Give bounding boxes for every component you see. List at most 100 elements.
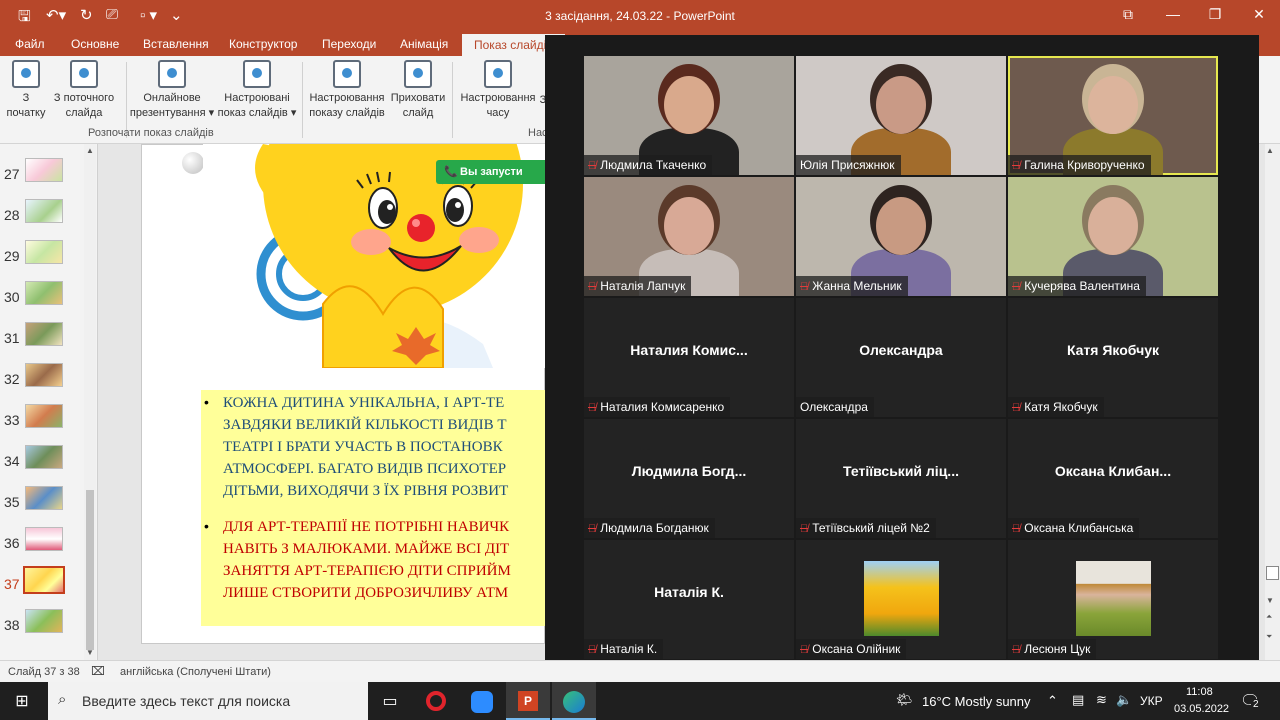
taskbar-search[interactable]: ⌕ Введите здесь текст для поиска (48, 682, 368, 720)
volume-icon[interactable]: 🔈 (1116, 692, 1132, 708)
bullet-text: ТЕАТРІ І БРАТИ УЧАСТЬ В ПОСТАНОВК (223, 439, 503, 455)
screen-share-notice[interactable]: 📞 Вы запусти (436, 160, 545, 184)
tab-insert[interactable]: Вставлення (143, 37, 209, 51)
powerpoint-app-icon[interactable]: P (506, 682, 550, 720)
participant-name-label: Олександра (796, 397, 874, 417)
muted-mic-icon: 🎙̸ (588, 160, 597, 172)
hide-slide-button[interactable]: Приховати слайд (388, 60, 448, 121)
participant-tile[interactable]: Юлія Присяжнюк (796, 56, 1006, 175)
participant-tile[interactable]: Олександра Олександра (796, 298, 1006, 417)
custom-slideshow-button[interactable]: Настроювані показ слайдів ▾ (214, 60, 300, 121)
from-current-slide-button[interactable]: З поточного слайда (48, 60, 120, 121)
present-online-button[interactable]: Онлайнове презентування ▾ (128, 60, 216, 121)
clock-time[interactable]: 11:08 (1186, 686, 1213, 698)
muted-mic-icon: 🎙̸ (800, 644, 809, 656)
notification-count-badge: 2 (1251, 699, 1261, 710)
ribbon-display-options-button[interactable]: ⧉ (1113, 6, 1143, 23)
setup-slideshow-button[interactable]: Настроювання показу слайдів (305, 60, 389, 121)
slide-counter: Слайд 37 з 38 (8, 666, 80, 678)
thumbnail-scrollbar-thumb[interactable] (86, 490, 94, 650)
weather-icon[interactable]: 🌤 (896, 692, 913, 708)
close-button[interactable]: ✕ (1244, 6, 1274, 23)
participant-name: Людмила Богданюк (600, 521, 709, 535)
scroll-up-icon[interactable]: ▲ (1266, 146, 1274, 155)
muted-mic-icon: 🎙̸ (588, 644, 597, 656)
participant-tile[interactable]: 🎙̸ Жанна Мельник (796, 177, 1006, 296)
tab-transitions[interactable]: Переходи (322, 37, 376, 51)
vertical-scrollbar[interactable] (1265, 144, 1280, 660)
task-view-icon[interactable]: ▭ (368, 682, 412, 720)
opera-browser-icon[interactable] (414, 682, 458, 720)
tab-home[interactable]: Основне (71, 37, 119, 51)
windows-start-icon[interactable]: ⊞ (0, 682, 44, 720)
slide-preview (25, 404, 63, 428)
participant-tile[interactable]: 🎙̸ Оксана Олійник (796, 540, 1006, 659)
scrollbar-thumb[interactable] (1266, 566, 1279, 580)
participant-video (1088, 197, 1138, 255)
rehearse-timings-button[interactable]: Настроювання часу (456, 60, 540, 121)
scroll-down-icon[interactable]: ▼ (86, 648, 94, 657)
participant-tile[interactable]: Тетіївський ліц... 🎙̸ Тетіївський ліцей №2 (796, 419, 1006, 538)
previous-slide-icon[interactable]: ⏶ (1266, 612, 1272, 622)
slide-preview (25, 445, 63, 469)
next-slide-icon[interactable]: ⏷ (1266, 632, 1272, 642)
bullet-text: ДЛЯ АРТ-ТЕРАПІЇ НЕ ПОТРІБНІ НАВИЧК (223, 519, 510, 535)
zoom-app-icon[interactable] (460, 682, 504, 720)
tab-file[interactable]: Файл (15, 37, 45, 51)
title-bar: 🖫 ↶▾ ↻ ⎚ ▫ ▾ ⌄ 3 засідання, 24.03.22 - P… (0, 0, 1280, 32)
participant-tile[interactable]: Наталия Комис... 🎙̸ Наталия Комисаренко (584, 298, 794, 417)
muted-mic-icon: 🎙̸ (800, 281, 809, 293)
muted-mic-icon: 🎙̸ (588, 402, 597, 414)
muted-mic-icon: 🎙̸ (588, 523, 597, 535)
participant-name: Наталия Комисаренко (600, 400, 725, 414)
edge-browser-icon[interactable] (552, 682, 596, 720)
search-input[interactable]: Введите здесь текст для поиска (82, 693, 290, 709)
participant-name: Катя Якобчук (1024, 400, 1098, 414)
minimize-button[interactable]: — (1158, 6, 1188, 22)
keyboard-language[interactable]: УКР (1140, 694, 1163, 708)
tab-animations[interactable]: Анімація (400, 37, 448, 51)
portrait-avatar (1076, 561, 1151, 636)
participant-tile[interactable]: Оксана Клибан... 🎙̸ Оксана Клибанська (1008, 419, 1218, 538)
participant-tile[interactable]: Катя Якобчук 🎙̸ Катя Якобчук (1008, 298, 1218, 417)
clock-date[interactable]: 03.05.2022 (1174, 703, 1229, 715)
participant-name: Лесюня Цук (1024, 642, 1091, 656)
slide-text-box[interactable]: • КОЖНА ДИТИНА УНІКАЛЬНА, І АРТ-ТЕ ЗАВДЯ… (201, 390, 545, 626)
participant-display-name: Тетіївський ліц... (843, 463, 959, 479)
slide-preview (25, 199, 63, 223)
show-hidden-icons-icon[interactable]: ⌃ (1047, 693, 1058, 709)
phone-icon: 📞 (444, 166, 458, 178)
participant-tile[interactable]: Наталія К. 🎙̸ Наталія К. (584, 540, 794, 659)
maximize-button[interactable]: ❐ (1200, 6, 1230, 23)
bullet-text: ДІТЬМИ, ВИХОДЯЧИ З ЇХ РІВНЯ РОЗВИТ (223, 483, 509, 499)
participant-name-label: 🎙̸ Наталія Лапчук (584, 276, 692, 296)
bullet-text: НАВІТЬ З МАЛЮКАМИ. МАЙЖЕ ВСІ ДІТ (223, 541, 510, 557)
language-indicator[interactable]: англійська (Сполучені Штати) (120, 666, 271, 678)
participant-tile[interactable]: 🎙̸ Лесюня Цук (1008, 540, 1218, 659)
status-bar: Слайд 37 з 38 ⌧ англійська (Сполучені Шт… (0, 660, 1280, 682)
participant-name: Галина Криворученко (1024, 158, 1145, 172)
participant-tile[interactable]: 🎙̸ Наталія Лапчук (584, 177, 794, 296)
ribbon-divider (452, 62, 453, 138)
from-beginning-button[interactable]: З початку (4, 60, 48, 121)
participant-tile[interactable]: Людмила Богд... 🎙̸ Людмила Богданюк (584, 419, 794, 538)
spellcheck-icon[interactable]: ⌧ (91, 664, 105, 678)
participant-name: Кучерява Валентина (1024, 279, 1140, 293)
wifi-icon[interactable]: ≋ (1096, 692, 1107, 708)
network-status-icon[interactable]: ▤ (1072, 692, 1084, 708)
scroll-down-icon[interactable]: ▼ (1266, 596, 1274, 605)
participant-name-label: 🎙̸ Оксана Клибанська (1008, 518, 1140, 538)
slide-preview (25, 486, 63, 510)
participant-tile[interactable]: 🎙̸ Галина Криворученко (1008, 56, 1218, 175)
weather-text[interactable]: 16°C Mostly sunny (922, 694, 1031, 709)
participant-display-name: Наталія К. (654, 584, 724, 600)
bullet-icon: • (204, 394, 209, 410)
participant-name: Оксана Олійник (812, 642, 901, 656)
slide-preview (25, 281, 63, 305)
participant-tile[interactable]: 🎙̸ Людмила Ткаченко (584, 56, 794, 175)
tab-design[interactable]: Конструктор (229, 37, 297, 51)
scroll-up-icon[interactable]: ▲ (86, 146, 94, 155)
muted-mic-icon: 🎙̸ (1012, 402, 1021, 414)
participant-tile[interactable]: 🎙̸ Кучерява Валентина (1008, 177, 1218, 296)
participant-video (876, 197, 926, 255)
